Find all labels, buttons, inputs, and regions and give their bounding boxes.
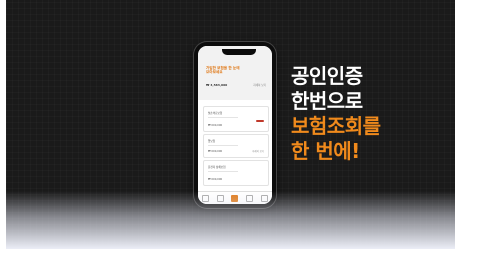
insurance-card-amount: ₩ 000,000 [208,150,223,153]
phone-notch [222,49,256,55]
promo-banner: 가입한 보험을 한 눈에 모아보세요 ₩ 4,583,000 자세히 보기 실손… [6,0,455,249]
insurance-card[interactable]: 실손의료보험 ₩ 000,000 [203,106,269,132]
app-header-title: 가입한 보험을 한 눈에 모아보세요 [206,66,240,75]
insurance-card[interactable]: 암보험 ₩ 000,000 자세히 보기 [203,134,269,158]
insurance-card-name: 운전자 상해보험 [208,166,226,169]
phone-screen: 가입한 보험을 한 눈에 모아보세요 ₩ 4,583,000 자세히 보기 실손… [198,46,272,204]
insurance-card-divider [208,171,238,173]
insurance-card-amount: ₩ 000,000 [208,178,223,181]
headline-line-1: 공인인증 [291,64,363,88]
insurance-card-name: 암보험 [208,140,216,143]
insurance-card[interactable]: 운전자 상해보험 ₩ 000,000 [203,160,269,186]
bottom-gradient [6,191,455,249]
app-header-link[interactable]: 자세히 보기 [253,83,266,87]
headline-line-3: 보험조회를 [291,114,381,138]
smartphone-mockup: 가입한 보험을 한 눈에 모아보세요 ₩ 4,583,000 자세히 보기 실손… [194,42,276,208]
insurance-card-badge [256,120,264,122]
headline-line-4: 한 번에! [291,139,360,163]
app-header-amount: ₩ 4,583,000 [206,83,228,87]
insurance-card-amount: ₩ 000,000 [208,124,223,127]
promo-headline: 공인인증 한번으로 보험조회를 한 번에! [291,64,381,164]
insurance-card-name: 실손의료보험 [208,112,223,115]
insurance-card-divider [208,145,238,147]
headline-line-2: 한번으로 [291,89,363,113]
insurance-card-divider [208,117,238,119]
insurance-card-link[interactable]: 자세히 보기 [252,149,264,153]
